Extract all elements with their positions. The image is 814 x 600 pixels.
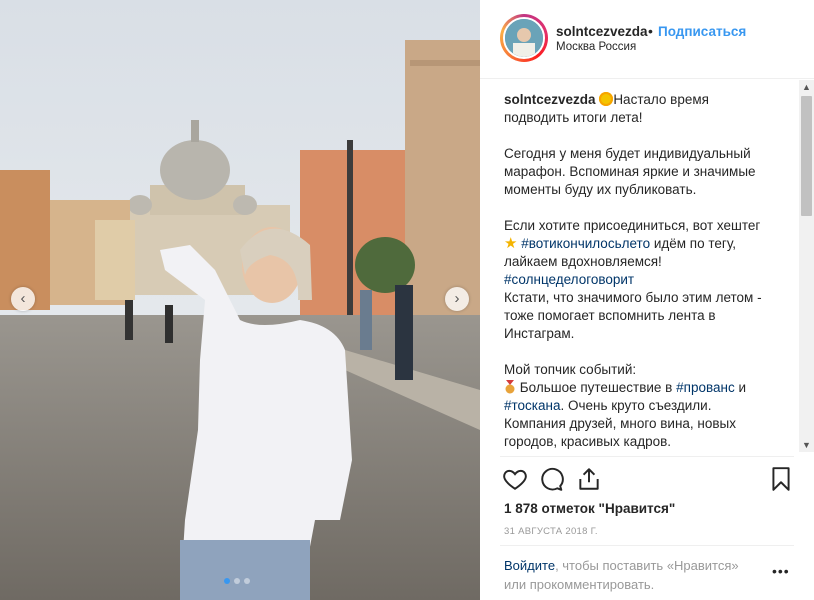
medal-emoji-icon [505,380,515,394]
divider [500,545,794,546]
follow-button[interactable]: Подписаться [658,24,746,39]
caption-text: Мой топчик событий: [504,362,637,377]
scroll-down-arrow-icon[interactable]: ▼ [799,438,814,452]
separator-dot: • [648,23,653,39]
login-prompt: Войдите, чтобы поставить «Нравится» или … [504,556,764,594]
post-photo[interactable]: ‹ › [0,0,480,600]
hashtag-link[interactable]: #солнцеделоговорит [504,272,634,287]
post-header: solntcezvezda • Подписаться Москва Росси… [480,0,814,79]
caption-author-link[interactable]: solntcezvezda [504,92,596,107]
photo-image [0,0,480,600]
caption-scrollbar[interactable]: ▲ ▼ [799,80,814,452]
comment-icon[interactable] [538,466,564,492]
caption-text: Если хотите присоединиться, вот хештег [504,218,761,233]
avatar[interactable] [503,17,545,59]
more-options-icon[interactable]: ••• [772,563,790,579]
hashtag-link[interactable]: #тоскана [504,398,560,413]
carousel-dot [244,578,250,584]
sun-emoji-icon [599,92,614,106]
avatar-image [505,19,543,57]
username-link[interactable]: solntcezvezda [556,24,648,39]
caption-text: и [738,380,747,395]
avatar-story-ring[interactable] [500,14,548,62]
prev-photo-button[interactable]: ‹ [11,287,35,311]
carousel-dots [224,578,250,584]
hashtag-link[interactable]: #вотиконч­илосьлето [521,236,650,251]
star-emoji-icon: ★ [504,235,518,252]
carousel-dot [234,578,240,584]
scrollbar-thumb[interactable] [801,96,812,216]
post-caption: solntcezvezda Настало время подводить ит… [504,91,770,453]
heart-icon[interactable] [502,466,528,492]
post-date[interactable]: 31 АВГУСТА 2018 Г. [504,526,598,537]
hashtag-link[interactable]: #прованс [676,380,735,395]
caption-text: Большое путешествие в [519,380,673,395]
likes-count[interactable]: 1 878 отметок "Нравится" [504,501,675,516]
next-photo-button[interactable]: › [445,287,469,311]
bookmark-icon[interactable] [768,466,794,492]
login-link[interactable]: Войдите [504,558,555,573]
scroll-up-arrow-icon[interactable]: ▲ [799,80,814,94]
location-link[interactable]: Москва Россия [556,41,636,53]
share-icon[interactable] [576,466,602,492]
carousel-dot-active [224,578,230,584]
caption-text: Кстати, что значимого было этим летом - … [504,290,762,341]
action-bar [500,464,794,496]
post-sidebar: solntcezvezda • Подписаться Москва Росси… [480,0,814,600]
divider [500,456,794,457]
caption-paragraph: Сегодня у меня будет индивидуальный мара… [504,146,756,197]
